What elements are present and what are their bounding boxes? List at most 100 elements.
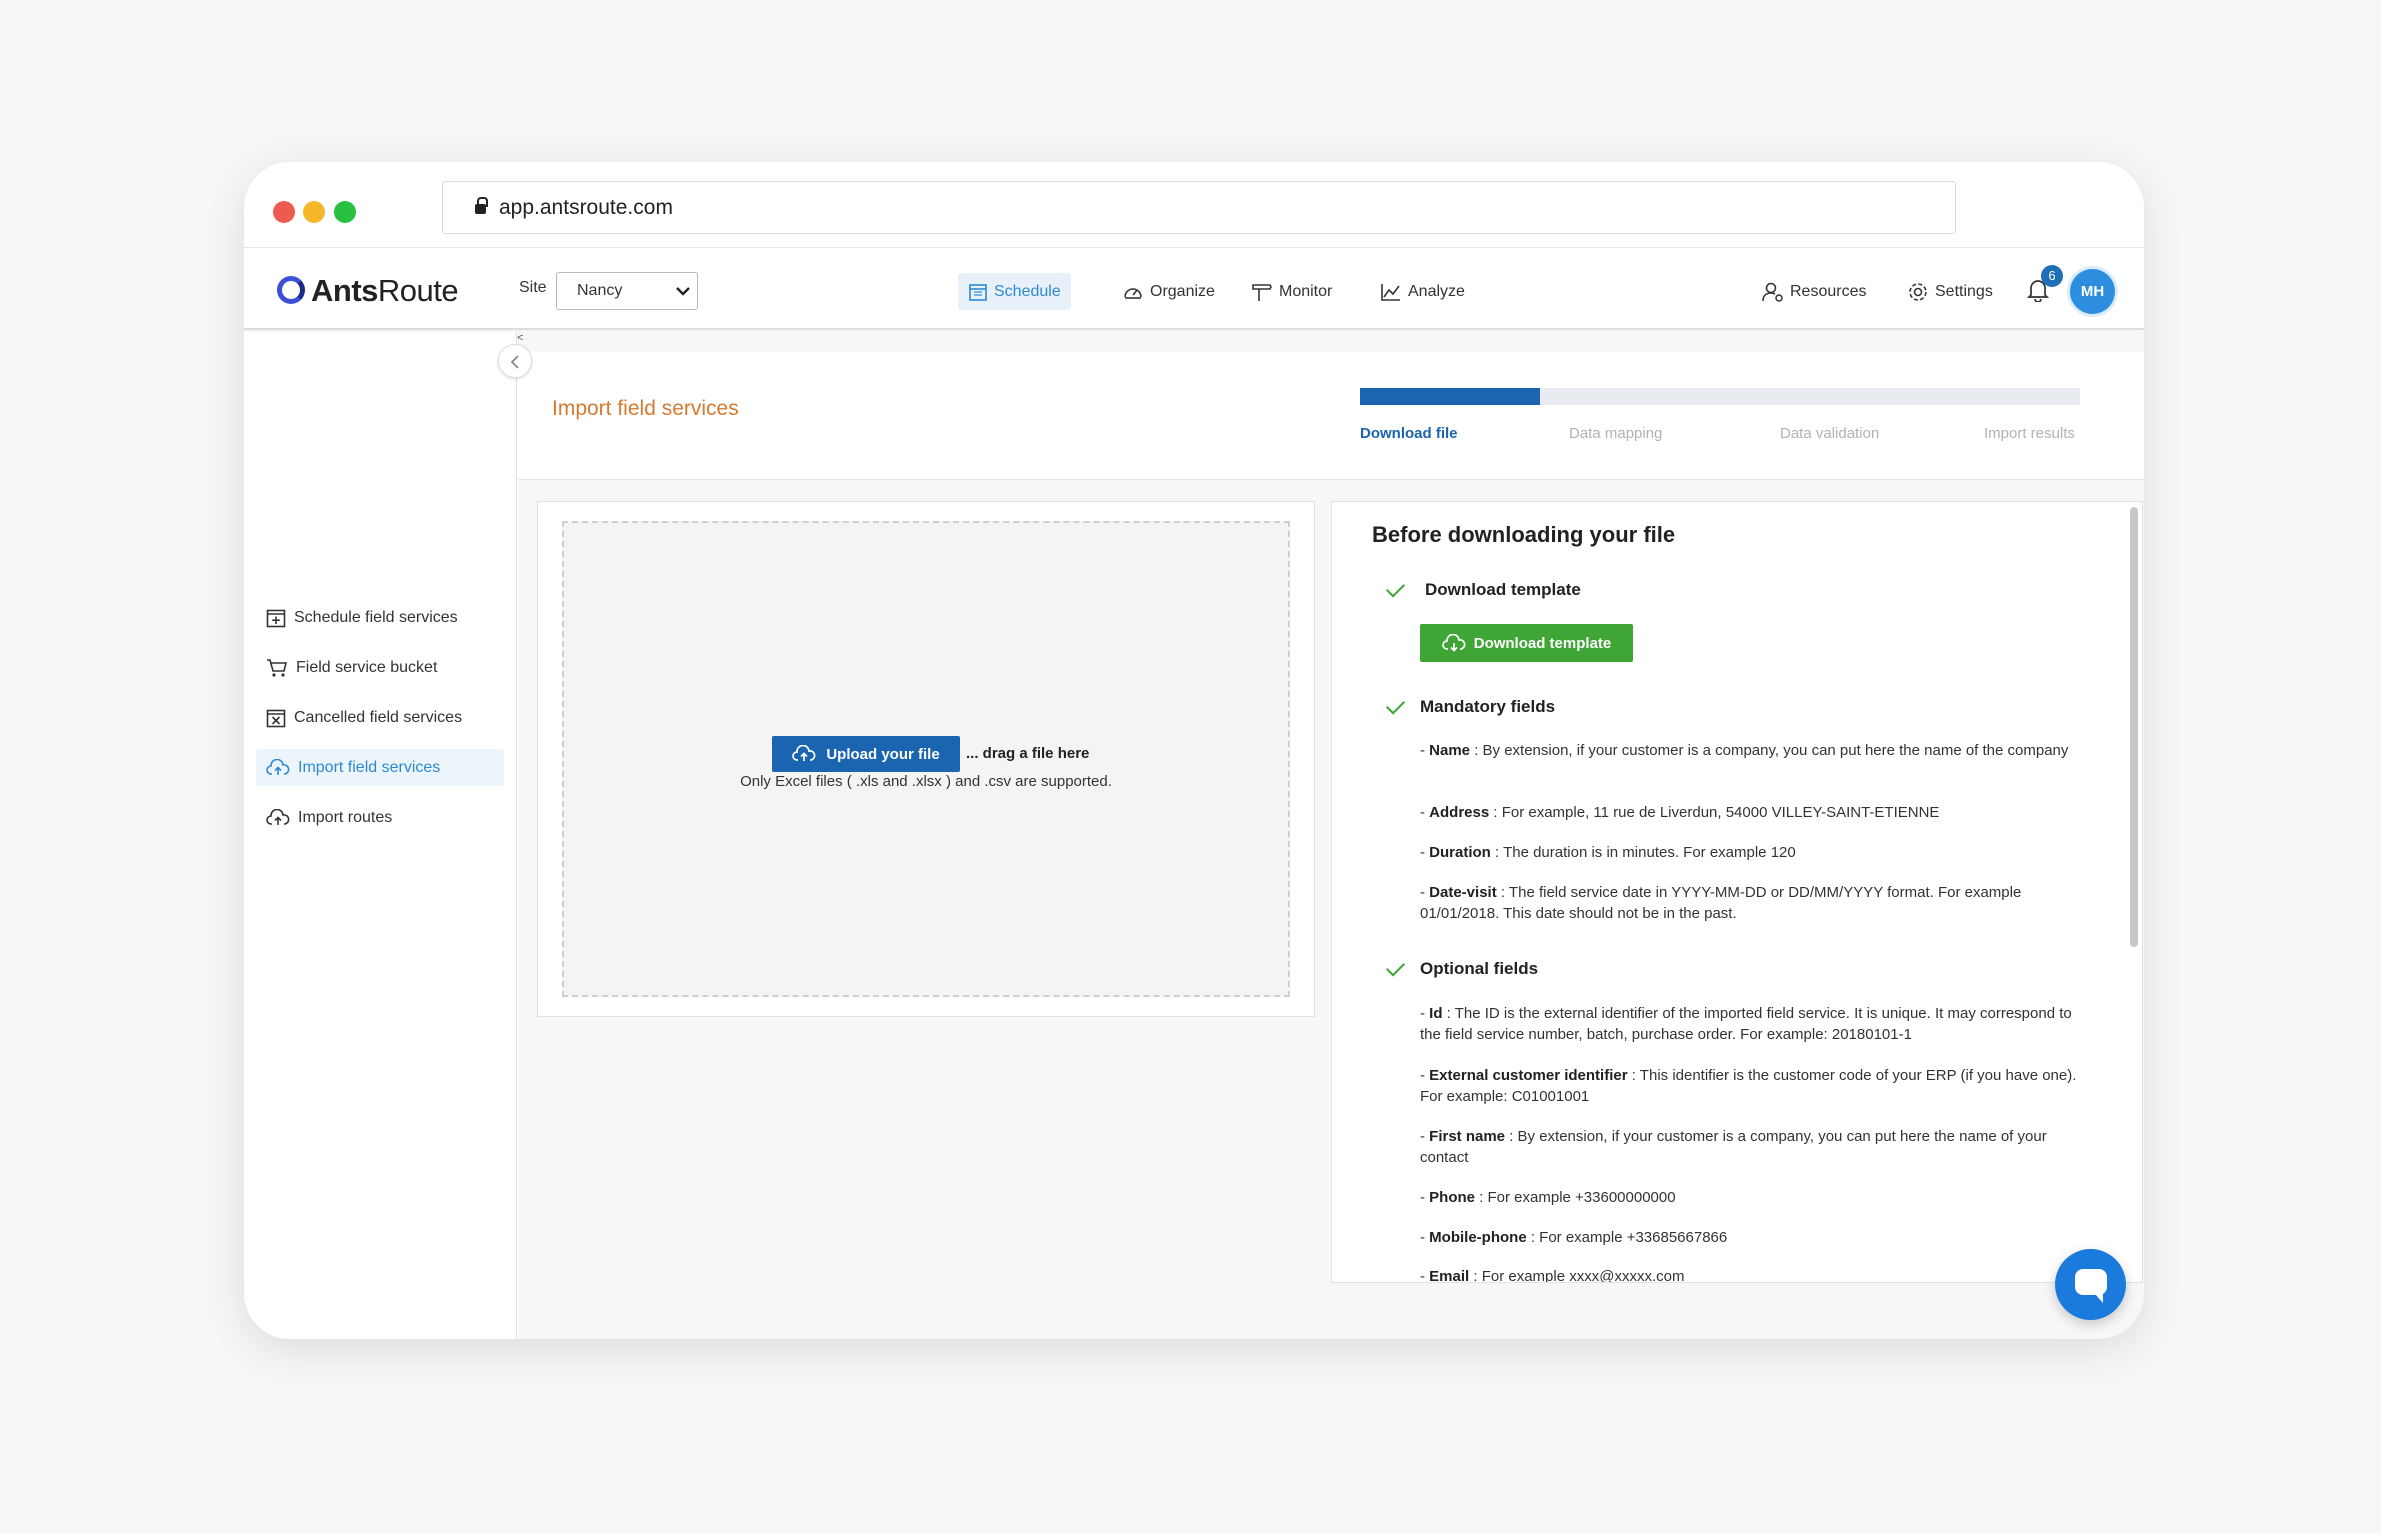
- sidebar-item-label: Import field services: [298, 758, 441, 776]
- chat-bubble-icon: [2075, 1269, 2107, 1303]
- step-data-validation: Data validation: [1780, 425, 1880, 442]
- logo-text-light: Route: [377, 273, 459, 308]
- file-dropzone[interactable]: Upload your file ... drag a file here On…: [562, 521, 1290, 997]
- calendar-x-icon: [266, 709, 286, 727]
- instructions-title: Before downloading your file: [1372, 522, 1676, 547]
- browser-chrome: app.antsroute.com: [244, 162, 2144, 248]
- sidebar-item-field-service-bucket[interactable]: Field service bucket: [256, 649, 504, 686]
- step-download-file: Download file: [1360, 425, 1458, 442]
- download-template-button[interactable]: Download template: [1420, 624, 1633, 662]
- chevron-left-icon: [510, 355, 519, 369]
- signpost-icon: [1252, 283, 1272, 301]
- field-name: Email: [1429, 1268, 1470, 1283]
- page-title: Import field services: [552, 397, 739, 420]
- field-name: Duration: [1429, 844, 1491, 861]
- import-progress-bar: [1360, 388, 2080, 405]
- sidebar-item-label: Cancelled field services: [294, 708, 463, 726]
- sidebar-item-cancelled-field-services[interactable]: Cancelled field services: [256, 699, 504, 736]
- field-name: External customer identifier: [1429, 1067, 1628, 1084]
- field-name: Address: [1429, 804, 1490, 821]
- upload-card: Upload your file ... drag a file here On…: [537, 501, 1315, 1017]
- user-gear-icon: [1762, 282, 1783, 302]
- field-name: Date-visit: [1429, 884, 1497, 901]
- upload-file-button[interactable]: Upload your file: [772, 736, 960, 772]
- check-icon: [1385, 695, 1406, 715]
- nav-schedule[interactable]: Schedule: [958, 273, 1071, 310]
- nav-schedule-label: Schedule: [994, 282, 1061, 300]
- nav-analyze-label: Analyze: [1408, 282, 1465, 300]
- field-desc: : The ID is the external identifier of t…: [1420, 1005, 2072, 1043]
- optional-fields-title: Optional fields: [1420, 959, 1539, 978]
- field-description: - Phone : For example +33600000000: [1420, 1189, 1676, 1206]
- sidebar-item-label: Import routes: [298, 808, 393, 826]
- step-data-mapping: Data mapping: [1569, 425, 1663, 442]
- cloud-upload-icon: [266, 808, 290, 825]
- instructions-card: Before downloading your file Download te…: [1331, 501, 2143, 1283]
- logo-text-bold: Ants: [311, 273, 378, 308]
- download-template-button-label: Download template: [1473, 634, 1612, 652]
- download-template-section-title: Download template: [1425, 580, 1581, 599]
- field-description: - Id : The ID is the external identifier…: [1420, 1005, 2072, 1043]
- field-desc: : The duration is in minutes. For exampl…: [1490, 844, 1796, 861]
- field-name: First name: [1429, 1128, 1506, 1145]
- chart-icon: [1381, 283, 1400, 301]
- url-text: app.antsroute.com: [499, 196, 673, 219]
- supported-formats-text: Only Excel files ( .xls and .xlsx ) and …: [740, 773, 1112, 790]
- check-icon: [1385, 957, 1406, 977]
- logo-mark-icon: [277, 276, 305, 304]
- field-description: - Name : By extension, if your customer …: [1420, 742, 2069, 759]
- top-navigation: AntsRoute Site Nancy Schedule Organize M…: [244, 249, 2144, 330]
- field-desc: : By extension, if your customer is a co…: [1470, 742, 2069, 759]
- field-description: - Email : For example xxxx@xxxxx.com: [1420, 1268, 1685, 1283]
- instructions-scrollbar[interactable]: [2130, 507, 2138, 947]
- site-label: Site: [519, 279, 547, 296]
- nav-organize[interactable]: Organize: [1112, 273, 1225, 310]
- field-desc: : The field service date in YYYY-MM-DD o…: [1420, 884, 2022, 922]
- gauge-icon: [1124, 287, 1142, 299]
- field-description: - Address : For example, 11 rue de Liver…: [1420, 804, 1940, 821]
- upload-file-button-label: Upload your file: [826, 745, 940, 763]
- step-import-results: Import results: [1984, 425, 2075, 442]
- cloud-upload-icon: [266, 758, 290, 775]
- page-header: Import field services Download file Data…: [518, 352, 2144, 480]
- field-name: Mobile-phone: [1429, 1229, 1527, 1246]
- field-desc: : For example, 11 rue de Liverdun, 54000…: [1489, 804, 1940, 821]
- field-name: Id: [1429, 1005, 1443, 1022]
- nav-analyze[interactable]: Analyze: [1370, 273, 1475, 310]
- sidebar-item-import-field-services[interactable]: Import field services: [256, 749, 504, 786]
- site-select-value: Nancy: [577, 282, 623, 299]
- field-description: - Mobile-phone : For example +3368566786…: [1420, 1229, 1728, 1246]
- nav-settings[interactable]: Settings: [1897, 273, 2003, 310]
- nav-resources[interactable]: Resources: [1752, 273, 1876, 310]
- field-description: - First name : By extension, if your cus…: [1420, 1128, 2047, 1166]
- chat-support-button[interactable]: [2055, 1249, 2126, 1320]
- site-select[interactable]: Nancy: [556, 272, 698, 310]
- lock-icon: [475, 197, 488, 214]
- check-icon: [1385, 578, 1406, 598]
- sidebar: Schedule field services Field service bu…: [244, 332, 517, 1339]
- collapse-sidebar-button[interactable]: [498, 344, 532, 378]
- nav-settings-label: Settings: [1935, 282, 1993, 300]
- close-window-button[interactable]: [273, 201, 295, 223]
- field-desc: : For example +33600000000: [1475, 1189, 1676, 1206]
- cloud-upload-icon: [792, 745, 816, 761]
- gear-icon: [1909, 282, 1927, 301]
- address-bar[interactable]: app.antsroute.com: [442, 181, 1956, 234]
- user-avatar[interactable]: MH: [2070, 269, 2115, 314]
- collapse-caret: <: [517, 332, 524, 344]
- sidebar-item-schedule-field-services[interactable]: Schedule field services: [256, 599, 504, 636]
- nav-monitor[interactable]: Monitor: [1241, 273, 1342, 310]
- cloud-download-icon: [1441, 634, 1466, 652]
- sidebar-item-label: Schedule field services: [294, 608, 458, 626]
- mandatory-fields-title: Mandatory fields: [1420, 697, 1556, 716]
- minimize-window-button[interactable]: [303, 201, 325, 223]
- drag-file-text: ... drag a file here: [966, 745, 1090, 762]
- field-desc: : By extension, if your customer is a co…: [1420, 1128, 2047, 1166]
- notification-count-badge: 6: [2041, 265, 2063, 287]
- browser-window: app.antsroute.com AntsRoute Site Nancy S…: [244, 162, 2144, 1339]
- nav-organize-label: Organize: [1150, 282, 1215, 300]
- sidebar-item-import-routes[interactable]: Import routes: [256, 799, 504, 836]
- calendar-plus-icon: [266, 609, 286, 627]
- maximize-window-button[interactable]: [334, 201, 356, 223]
- field-name: Name: [1429, 742, 1471, 759]
